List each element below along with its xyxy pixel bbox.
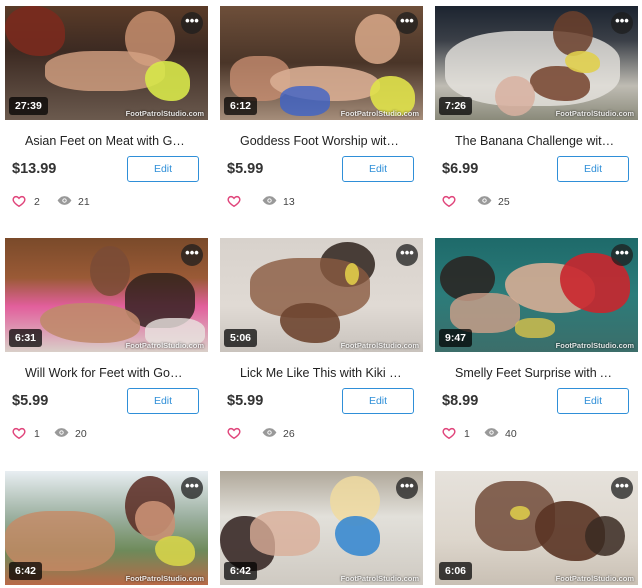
price: $13.99 xyxy=(12,161,57,177)
price: $8.99 xyxy=(442,393,479,409)
video-thumbnail[interactable]: 6:12 FootPatrolStudio.com ••• xyxy=(220,6,423,120)
price: $5.99 xyxy=(12,393,49,409)
video-thumbnail[interactable]: 7:26 FootPatrolStudio.com ••• xyxy=(435,6,638,120)
more-options-icon[interactable]: ••• xyxy=(396,12,418,34)
duration-badge: 6:42 xyxy=(224,562,258,580)
more-options-icon[interactable]: ••• xyxy=(396,244,418,266)
more-options-icon[interactable]: ••• xyxy=(181,244,203,266)
video-title[interactable]: Goddess Foot Worship with Go… xyxy=(220,134,423,150)
edit-button[interactable]: Edit xyxy=(557,156,629,182)
heart-icon[interactable] xyxy=(442,426,456,440)
video-card: 27:39 FootPatrolStudio.com ••• Asian Fee… xyxy=(5,6,208,210)
video-card: 9:47 FootPatrolStudio.com ••• Smelly Fee… xyxy=(435,238,638,442)
more-options-icon[interactable]: ••• xyxy=(396,477,418,499)
video-card: 5:06 FootPatrolStudio.com ••• Lick Me Li… xyxy=(220,238,423,442)
price: $6.99 xyxy=(442,161,479,177)
edit-button[interactable]: Edit xyxy=(127,156,199,182)
more-options-icon[interactable]: ••• xyxy=(611,477,633,499)
video-title[interactable]: The Banana Challenge with Cla… xyxy=(435,134,638,150)
view-count: 21 xyxy=(78,196,90,208)
video-card: 6:06 FootPatrolStudio.com ••• xyxy=(435,471,638,585)
video-thumbnail[interactable]: 5:06 FootPatrolStudio.com ••• xyxy=(220,238,423,352)
more-options-icon[interactable]: ••• xyxy=(611,12,633,34)
view-count: 20 xyxy=(75,428,87,440)
duration-badge: 6:31 xyxy=(9,329,43,347)
watermark: FootPatrolStudio.com xyxy=(125,109,204,118)
edit-button[interactable]: Edit xyxy=(127,388,199,414)
duration-badge: 6:12 xyxy=(224,97,258,115)
eye-icon xyxy=(484,428,499,437)
watermark: FootPatrolStudio.com xyxy=(125,574,204,583)
heart-icon[interactable] xyxy=(227,426,241,440)
like-count: 2 xyxy=(34,196,40,208)
video-title[interactable]: Will Work for Feet with Goddes… xyxy=(5,366,208,382)
video-card: 7:26 FootPatrolStudio.com ••• The Banana… xyxy=(435,6,638,210)
duration-badge: 7:26 xyxy=(439,97,473,115)
heart-icon[interactable] xyxy=(12,426,26,440)
video-title[interactable]: Asian Feet on Meat with Godd… xyxy=(5,134,208,150)
view-count: 13 xyxy=(283,196,295,208)
watermark: FootPatrolStudio.com xyxy=(555,574,634,583)
video-thumbnail[interactable]: 6:31 FootPatrolStudio.com ••• xyxy=(5,238,208,352)
watermark: FootPatrolStudio.com xyxy=(125,341,204,350)
price: $5.99 xyxy=(227,161,264,177)
eye-icon xyxy=(54,428,69,437)
video-thumbnail[interactable]: 6:42 FootPatrolStudio.com ••• xyxy=(5,471,208,585)
duration-badge: 6:42 xyxy=(9,562,43,580)
video-thumbnail[interactable]: 6:06 FootPatrolStudio.com ••• xyxy=(435,471,638,585)
edit-button[interactable]: Edit xyxy=(342,388,414,414)
video-thumbnail[interactable]: 9:47 FootPatrolStudio.com ••• xyxy=(435,238,638,352)
heart-icon[interactable] xyxy=(227,194,241,208)
duration-badge: 27:39 xyxy=(9,97,48,115)
price: $5.99 xyxy=(227,393,264,409)
video-title[interactable]: Smelly Feet Surprise with Ashl… xyxy=(435,366,638,382)
duration-badge: 9:47 xyxy=(439,329,473,347)
duration-badge: 6:06 xyxy=(439,562,473,580)
edit-button[interactable]: Edit xyxy=(342,156,414,182)
like-count: 1 xyxy=(464,428,470,440)
video-title[interactable]: Lick Me Like This with Kiki Star xyxy=(220,366,423,382)
duration-badge: 5:06 xyxy=(224,329,258,347)
more-options-icon[interactable]: ••• xyxy=(181,12,203,34)
watermark: FootPatrolStudio.com xyxy=(555,341,634,350)
watermark: FootPatrolStudio.com xyxy=(340,574,419,583)
watermark: FootPatrolStudio.com xyxy=(340,109,419,118)
view-count: 40 xyxy=(505,428,517,440)
video-card: 6:42 FootPatrolStudio.com ••• xyxy=(5,471,208,585)
watermark: FootPatrolStudio.com xyxy=(555,109,634,118)
video-card: 6:31 FootPatrolStudio.com ••• Will Work … xyxy=(5,238,208,442)
heart-icon[interactable] xyxy=(442,194,456,208)
heart-icon[interactable] xyxy=(12,194,26,208)
eye-icon xyxy=(262,196,277,205)
more-options-icon[interactable]: ••• xyxy=(611,244,633,266)
more-options-icon[interactable]: ••• xyxy=(181,477,203,499)
watermark: FootPatrolStudio.com xyxy=(340,341,419,350)
eye-icon xyxy=(57,196,72,205)
eye-icon xyxy=(477,196,492,205)
video-card: 6:12 FootPatrolStudio.com ••• Goddess Fo… xyxy=(220,6,423,210)
eye-icon xyxy=(262,428,277,437)
video-thumbnail[interactable]: 27:39 FootPatrolStudio.com ••• xyxy=(5,6,208,120)
view-count: 25 xyxy=(498,196,510,208)
edit-button[interactable]: Edit xyxy=(557,388,629,414)
video-card: 6:42 FootPatrolStudio.com ••• xyxy=(220,471,423,585)
video-thumbnail[interactable]: 6:42 FootPatrolStudio.com ••• xyxy=(220,471,423,585)
video-grid: 27:39 FootPatrolStudio.com ••• Asian Fee… xyxy=(0,0,642,588)
like-count: 1 xyxy=(34,428,40,440)
view-count: 26 xyxy=(283,428,295,440)
